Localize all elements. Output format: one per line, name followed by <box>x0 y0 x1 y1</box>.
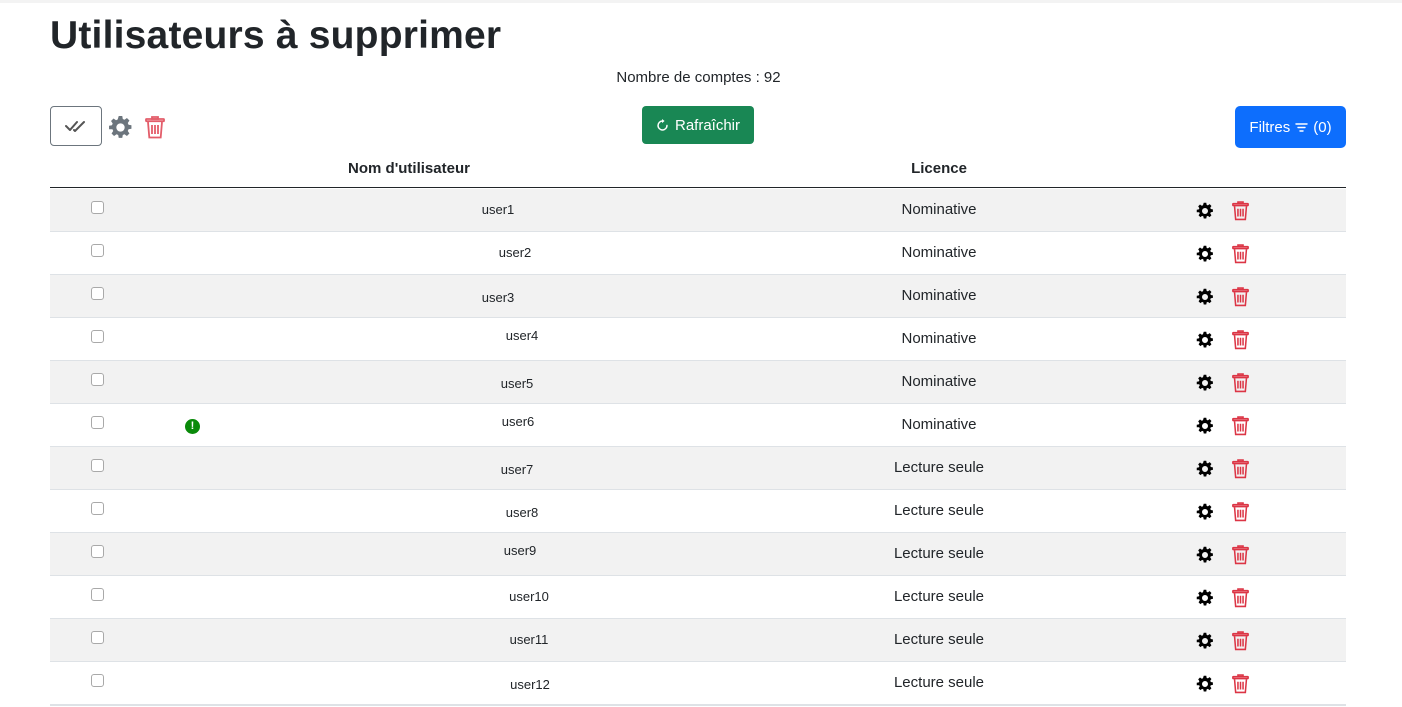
trash-icon[interactable] <box>1232 587 1249 608</box>
filter-icon <box>1295 122 1308 132</box>
username-cell: user11 <box>509 632 549 647</box>
trash-icon[interactable] <box>1232 673 1249 694</box>
username-cell: user4 <box>505 328 539 343</box>
license-cell: Lecture seule <box>893 631 985 648</box>
table-row: user7 Lecture seule <box>50 447 1346 490</box>
gear-icon[interactable] <box>1196 245 1214 263</box>
trash-icon[interactable] <box>1232 501 1249 522</box>
table-row: user4 Nominative <box>50 318 1346 361</box>
username-cell: user10 <box>509 589 549 604</box>
row-checkbox[interactable] <box>91 545 104 558</box>
gear-icon[interactable] <box>1196 288 1214 306</box>
table-bottom-border <box>50 704 1346 706</box>
table-row: user3 Nominative <box>50 275 1346 318</box>
gear-icon[interactable] <box>1196 503 1214 521</box>
license-cell: Nominative <box>901 201 977 218</box>
row-checkbox[interactable] <box>91 416 104 429</box>
warning-icon: ! <box>185 419 200 434</box>
row-checkbox[interactable] <box>91 287 104 300</box>
trash-icon[interactable] <box>1232 286 1249 307</box>
license-cell: Nominative <box>901 287 977 304</box>
table-row: user12 Lecture seule <box>50 662 1346 705</box>
row-checkbox[interactable] <box>91 201 104 214</box>
row-checkbox[interactable] <box>91 244 104 257</box>
trash-icon[interactable] <box>1232 243 1249 264</box>
gear-icon[interactable] <box>1196 546 1214 564</box>
username-cell: user2 <box>498 245 532 260</box>
license-cell: Lecture seule <box>893 459 985 476</box>
trash-icon[interactable] <box>145 115 165 139</box>
trash-icon[interactable] <box>1232 544 1249 565</box>
users-table-body: user1 Nominative user2 Nominative user3 Nomin… <box>50 189 1346 705</box>
gear-icon[interactable] <box>108 115 133 140</box>
filters-label: Filtres <box>1249 118 1291 136</box>
table-row: user9 Lecture seule <box>50 533 1346 576</box>
license-cell: Nominative <box>901 373 977 390</box>
trash-icon[interactable] <box>1232 372 1249 393</box>
refresh-icon <box>657 118 668 131</box>
username-cell: user6 <box>501 414 535 429</box>
header-license[interactable]: Licence <box>839 160 1039 177</box>
row-checkbox[interactable] <box>91 330 104 343</box>
username-cell: user5 <box>500 376 534 391</box>
table-header: Nom d'utilisateur Licence <box>50 150 1346 188</box>
gear-icon[interactable] <box>1196 374 1214 392</box>
trash-icon[interactable] <box>1232 329 1249 350</box>
row-checkbox[interactable] <box>91 674 104 687</box>
username-cell: user8 <box>505 505 539 520</box>
select-all-button[interactable] <box>50 106 102 146</box>
row-checkbox[interactable] <box>91 502 104 515</box>
username-cell: user12 <box>510 677 550 692</box>
table-row: ! user6 Nominative <box>50 404 1346 447</box>
license-cell: Lecture seule <box>893 588 985 605</box>
username-cell: user9 <box>503 543 537 558</box>
top-border <box>0 0 1402 3</box>
gear-icon[interactable] <box>1196 460 1214 478</box>
table-row: user1 Nominative <box>50 189 1346 232</box>
refresh-button[interactable]: Rafraîchir <box>642 106 754 144</box>
header-username[interactable]: Nom d'utilisateur <box>309 160 509 177</box>
trash-icon[interactable] <box>1232 458 1249 479</box>
license-cell: Nominative <box>901 244 977 261</box>
table-row: user2 Nominative <box>50 232 1346 275</box>
trash-icon[interactable] <box>1232 415 1249 436</box>
table-row: user5 Nominative <box>50 361 1346 404</box>
gear-icon[interactable] <box>1196 632 1214 650</box>
license-cell: Nominative <box>901 330 977 347</box>
license-cell: Lecture seule <box>893 674 985 691</box>
username-cell: user3 <box>481 290 515 305</box>
license-cell: Lecture seule <box>893 502 985 519</box>
page-title: Utilisateurs à supprimer <box>50 14 502 57</box>
gear-icon[interactable] <box>1196 675 1214 693</box>
row-checkbox[interactable] <box>91 588 104 601</box>
row-checkbox[interactable] <box>91 373 104 386</box>
filters-button[interactable]: Filtres (0) <box>1235 106 1346 148</box>
license-cell: Lecture seule <box>893 545 985 562</box>
table-row: user10 Lecture seule <box>50 576 1346 619</box>
row-checkbox[interactable] <box>91 459 104 472</box>
filters-count: (0) <box>1313 118 1332 136</box>
gear-icon[interactable] <box>1196 417 1214 435</box>
username-cell: user7 <box>500 462 534 477</box>
trash-icon[interactable] <box>1232 200 1249 221</box>
account-count: Nombre de comptes : 92 <box>616 69 781 86</box>
gear-icon[interactable] <box>1196 589 1214 607</box>
gear-icon[interactable] <box>1196 202 1214 220</box>
table-row: user11 Lecture seule <box>50 619 1346 662</box>
username-cell: user1 <box>481 202 515 217</box>
license-cell: Nominative <box>901 416 977 433</box>
row-checkbox[interactable] <box>91 631 104 644</box>
table-row: user8 Lecture seule <box>50 490 1346 533</box>
refresh-label: Rafraîchir <box>674 116 741 134</box>
gear-icon[interactable] <box>1196 331 1214 349</box>
double-check-icon <box>65 121 85 132</box>
trash-icon[interactable] <box>1232 630 1249 651</box>
